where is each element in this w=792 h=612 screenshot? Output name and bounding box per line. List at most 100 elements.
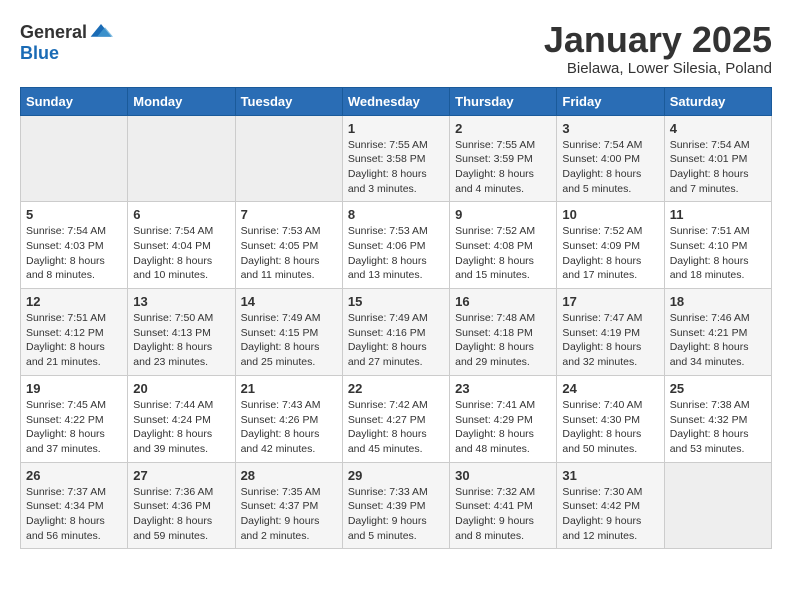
header-cell-wednesday: Wednesday [342, 87, 449, 115]
calendar-cell: 8Sunrise: 7:53 AM Sunset: 4:06 PM Daylig… [342, 202, 449, 289]
header-cell-friday: Friday [557, 87, 664, 115]
cell-text: Sunrise: 7:55 AM Sunset: 3:59 PM Dayligh… [455, 138, 551, 197]
calendar-cell: 21Sunrise: 7:43 AM Sunset: 4:26 PM Dayli… [235, 375, 342, 462]
cell-text: Sunrise: 7:38 AM Sunset: 4:32 PM Dayligh… [670, 398, 766, 457]
day-number: 27 [133, 468, 229, 483]
cell-text: Sunrise: 7:54 AM Sunset: 4:04 PM Dayligh… [133, 224, 229, 283]
day-number: 3 [562, 121, 658, 136]
header: General Blue January 2025 Bielawa, Lower… [20, 20, 772, 77]
cell-text: Sunrise: 7:30 AM Sunset: 4:42 PM Dayligh… [562, 485, 658, 544]
week-row-4: 26Sunrise: 7:37 AM Sunset: 4:34 PM Dayli… [21, 462, 772, 549]
week-row-1: 5 Sunrise: 7:54 AM Sunset: 4:03 PM Daylig… [21, 202, 772, 289]
day-number: 7 [241, 207, 337, 222]
cell-text: Sunrise: 7:41 AM Sunset: 4:29 PM Dayligh… [455, 398, 551, 457]
subtitle: Bielawa, Lower Silesia, Poland [544, 60, 772, 77]
cell-text: Sunrise: 7:48 AM Sunset: 4:18 PM Dayligh… [455, 311, 551, 370]
calendar-cell: 13Sunrise: 7:50 AM Sunset: 4:13 PM Dayli… [128, 289, 235, 376]
calendar-cell: 6 Sunrise: 7:54 AM Sunset: 4:04 PM Daylig… [128, 202, 235, 289]
day-number: 2 [455, 121, 551, 136]
calendar-cell: 29 Sunrise: 7:33 AM Sunset: 4:39 PM Dayli… [342, 462, 449, 549]
cell-text: Sunrise: 7:51 AM Sunset: 4:10 PM Dayligh… [670, 224, 766, 283]
cell-text: Sunrise: 7:54 AM Sunset: 4:00 PM Dayligh… [562, 138, 658, 197]
day-number: 22 [348, 381, 444, 396]
day-number: 1 [348, 121, 444, 136]
day-number: 17 [562, 294, 658, 309]
calendar-cell: 7 Sunrise: 7:53 AM Sunset: 4:05 PM Daylig… [235, 202, 342, 289]
cell-text: Sunrise: 7:53 AM Sunset: 4:05 PM Dayligh… [241, 224, 337, 283]
day-number: 9 [455, 207, 551, 222]
cell-text: Sunrise: 7:54 AM Sunset: 4:03 PM Dayligh… [26, 224, 122, 283]
cell-text: Sunrise: 7:54 AM Sunset: 4:01 PM Dayligh… [670, 138, 766, 197]
day-number: 16 [455, 294, 551, 309]
cell-text: Sunrise: 7:49 AM Sunset: 4:15 PM Dayligh… [241, 311, 337, 370]
calendar-cell: 31 Sunrise: 7:30 AM Sunset: 4:42 PM Dayli… [557, 462, 664, 549]
cell-text: Sunrise: 7:32 AM Sunset: 4:41 PM Dayligh… [455, 485, 551, 544]
logo-blue: Blue [20, 44, 59, 62]
calendar-cell: 5 Sunrise: 7:54 AM Sunset: 4:03 PM Daylig… [21, 202, 128, 289]
calendar-cell: 1 Sunrise: 7:55 AM Sunset: 3:58 PM Daylig… [342, 115, 449, 202]
week-row-2: 12 Sunrise: 7:51 AM Sunset: 4:12 PM Dayli… [21, 289, 772, 376]
day-number: 15 [348, 294, 444, 309]
cell-text: Sunrise: 7:46 AM Sunset: 4:21 PM Dayligh… [670, 311, 766, 370]
cell-text: Sunrise: 7:55 AM Sunset: 3:58 PM Dayligh… [348, 138, 444, 197]
cell-text: Sunrise: 7:42 AM Sunset: 4:27 PM Dayligh… [348, 398, 444, 457]
calendar-cell [128, 115, 235, 202]
day-number: 21 [241, 381, 337, 396]
day-number: 14 [241, 294, 337, 309]
day-number: 25 [670, 381, 766, 396]
calendar-cell [21, 115, 128, 202]
cell-text: Sunrise: 7:52 AM Sunset: 4:09 PM Dayligh… [562, 224, 658, 283]
day-number: 11 [670, 207, 766, 222]
day-number: 29 [348, 468, 444, 483]
title-section: January 2025 Bielawa, Lower Silesia, Pol… [544, 20, 772, 77]
cell-text: Sunrise: 7:35 AM Sunset: 4:37 PM Dayligh… [241, 485, 337, 544]
calendar-cell: 30 Sunrise: 7:32 AM Sunset: 4:41 PM Dayli… [450, 462, 557, 549]
cell-text: Sunrise: 7:47 AM Sunset: 4:19 PM Dayligh… [562, 311, 658, 370]
cell-text: Sunrise: 7:49 AM Sunset: 4:16 PM Dayligh… [348, 311, 444, 370]
calendar-cell: 26Sunrise: 7:37 AM Sunset: 4:34 PM Dayli… [21, 462, 128, 549]
calendar-cell: 16 Sunrise: 7:48 AM Sunset: 4:18 PM Dayli… [450, 289, 557, 376]
calendar-cell: 10 Sunrise: 7:52 AM Sunset: 4:09 PM Dayli… [557, 202, 664, 289]
calendar-cell: 15 Sunrise: 7:49 AM Sunset: 4:16 PM Dayli… [342, 289, 449, 376]
cell-text: Sunrise: 7:45 AM Sunset: 4:22 PM Dayligh… [26, 398, 122, 457]
cell-text: Sunrise: 7:37 AM Sunset: 4:34 PM Dayligh… [26, 485, 122, 544]
day-number: 30 [455, 468, 551, 483]
day-number: 13 [133, 294, 229, 309]
cell-text: Sunrise: 7:33 AM Sunset: 4:39 PM Dayligh… [348, 485, 444, 544]
day-number: 23 [455, 381, 551, 396]
day-number: 5 [26, 207, 122, 222]
calendar-cell [664, 462, 771, 549]
logo: General Blue [20, 20, 113, 62]
day-number: 10 [562, 207, 658, 222]
cell-text: Sunrise: 7:52 AM Sunset: 4:08 PM Dayligh… [455, 224, 551, 283]
day-number: 12 [26, 294, 122, 309]
week-row-0: 1 Sunrise: 7:55 AM Sunset: 3:58 PM Daylig… [21, 115, 772, 202]
header-cell-thursday: Thursday [450, 87, 557, 115]
calendar-cell: 28 Sunrise: 7:35 AM Sunset: 4:37 PM Dayli… [235, 462, 342, 549]
calendar-cell: 17 Sunrise: 7:47 AM Sunset: 4:19 PM Dayli… [557, 289, 664, 376]
day-number: 20 [133, 381, 229, 396]
day-number: 19 [26, 381, 122, 396]
cell-text: Sunrise: 7:51 AM Sunset: 4:12 PM Dayligh… [26, 311, 122, 370]
logo-general: General [20, 23, 87, 41]
calendar-cell: 4Sunrise: 7:54 AM Sunset: 4:01 PM Daylig… [664, 115, 771, 202]
calendar-cell: 27 Sunrise: 7:36 AM Sunset: 4:36 PM Dayli… [128, 462, 235, 549]
day-number: 28 [241, 468, 337, 483]
day-number: 31 [562, 468, 658, 483]
calendar-cell: 24 Sunrise: 7:40 AM Sunset: 4:30 PM Dayli… [557, 375, 664, 462]
calendar-cell: 9 Sunrise: 7:52 AM Sunset: 4:08 PM Daylig… [450, 202, 557, 289]
cell-text: Sunrise: 7:44 AM Sunset: 4:24 PM Dayligh… [133, 398, 229, 457]
calendar-cell: 14 Sunrise: 7:49 AM Sunset: 4:15 PM Dayli… [235, 289, 342, 376]
calendar-cell: 19 Sunrise: 7:45 AM Sunset: 4:22 PM Dayli… [21, 375, 128, 462]
day-number: 24 [562, 381, 658, 396]
cell-text: Sunrise: 7:36 AM Sunset: 4:36 PM Dayligh… [133, 485, 229, 544]
calendar-cell: 18Sunrise: 7:46 AM Sunset: 4:21 PM Dayli… [664, 289, 771, 376]
header-cell-sunday: Sunday [21, 87, 128, 115]
day-number: 8 [348, 207, 444, 222]
cell-text: Sunrise: 7:40 AM Sunset: 4:30 PM Dayligh… [562, 398, 658, 457]
calendar-cell: 2 Sunrise: 7:55 AM Sunset: 3:59 PM Daylig… [450, 115, 557, 202]
calendar-cell: 20 Sunrise: 7:44 AM Sunset: 4:24 PM Dayli… [128, 375, 235, 462]
day-number: 6 [133, 207, 229, 222]
calendar-cell: 22 Sunrise: 7:42 AM Sunset: 4:27 PM Dayli… [342, 375, 449, 462]
calendar-cell [235, 115, 342, 202]
